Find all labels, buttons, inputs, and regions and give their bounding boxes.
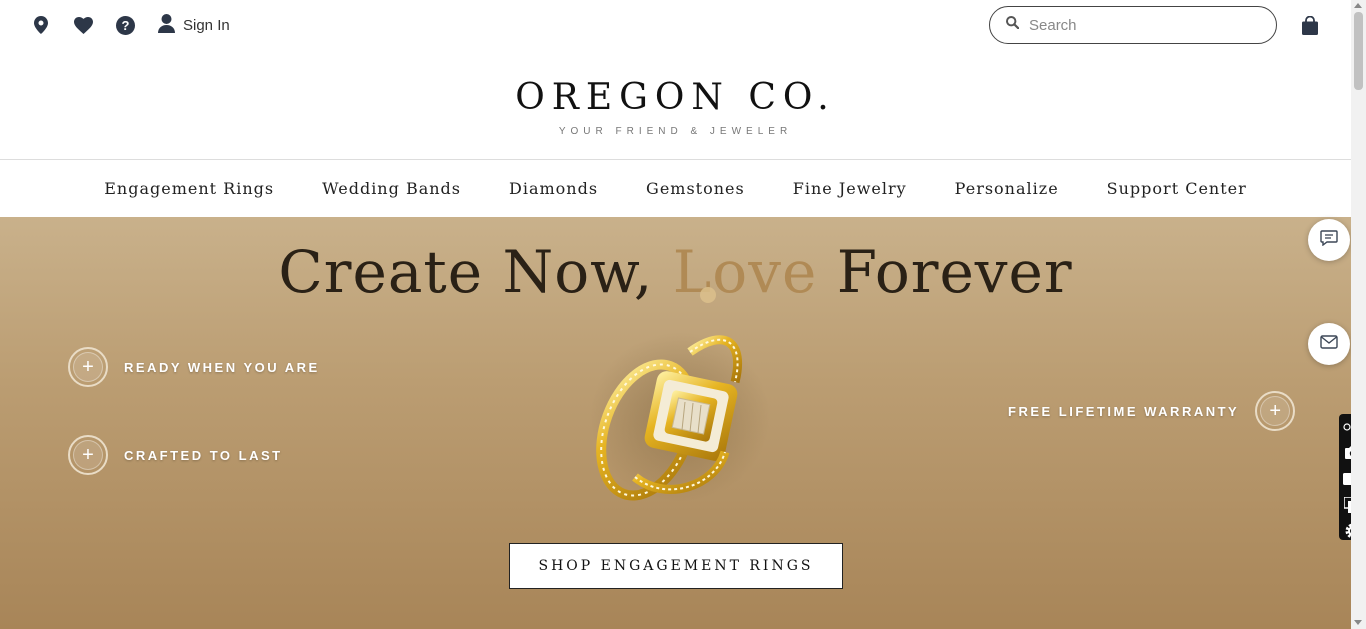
scroll-up-arrow[interactable] (1354, 3, 1362, 8)
plus-icon: + (68, 435, 108, 475)
brand-logo[interactable]: OREGON CO. YOUR FRIEND & JEWELER (0, 77, 1351, 138)
main-navigation: Engagement Rings Wedding Bands Diamonds … (0, 159, 1351, 217)
nav-item-wedding-bands[interactable]: Wedding Bands (322, 179, 461, 198)
location-pin-icon[interactable] (30, 14, 52, 36)
brand-name: OREGON CO. (515, 77, 836, 118)
heart-icon[interactable] (72, 14, 94, 36)
feature-free-lifetime-warranty[interactable]: FREE LIFETIME WARRANTY + (1008, 391, 1296, 431)
headline-accent: Love (672, 238, 818, 306)
plus-icon: + (1255, 391, 1296, 431)
email-button[interactable] (1308, 323, 1350, 365)
feature-label: FREE LIFETIME WARRANTY (1008, 403, 1240, 419)
plus-icon: + (68, 347, 108, 387)
user-icon (158, 13, 175, 37)
search-box[interactable] (989, 6, 1277, 44)
shop-engagement-rings-button[interactable]: SHOP ENGAGEMENT RINGS (509, 543, 843, 589)
nav-item-support-center[interactable]: Support Center (1107, 179, 1247, 198)
scroll-down-arrow[interactable] (1354, 620, 1362, 625)
chat-button[interactable] (1308, 219, 1350, 261)
chat-icon (1320, 229, 1338, 251)
feature-crafted-to-last[interactable]: + CRAFTED TO LAST (68, 435, 283, 475)
mail-icon (1320, 334, 1338, 354)
feature-label: READY WHEN YOU ARE (124, 359, 320, 375)
shopping-bag-icon[interactable] (1300, 14, 1320, 36)
nav-item-gemstones[interactable]: Gemstones (646, 179, 745, 198)
hero-banner: Create Now, Love Forever + READY WHEN YO… (0, 217, 1351, 629)
top-utility-bar: ? Sign In (0, 0, 1351, 52)
scrollbar-thumb[interactable] (1354, 12, 1363, 90)
hotspot-dot[interactable] (700, 287, 716, 303)
headline-part-1: Create Now, (278, 238, 673, 306)
feature-ready-when-you-are[interactable]: + READY WHEN YOU ARE (68, 347, 320, 387)
sign-in-link[interactable]: Sign In (158, 13, 230, 37)
nav-item-diamonds[interactable]: Diamonds (509, 179, 598, 198)
sign-in-label: Sign In (183, 16, 230, 34)
svg-text:?: ? (121, 18, 129, 33)
feature-label: CRAFTED TO LAST (124, 447, 283, 463)
brand-tagline: YOUR FRIEND & JEWELER (558, 126, 793, 137)
headline-part-2: Forever (817, 238, 1073, 306)
page-scrollbar[interactable] (1351, 0, 1366, 629)
hero-headline: Create Now, Love Forever (0, 237, 1351, 307)
nav-item-fine-jewelry[interactable]: Fine Jewelry (793, 179, 907, 198)
engagement-ring-image (585, 312, 775, 502)
nav-item-personalize[interactable]: Personalize (955, 179, 1059, 198)
help-icon[interactable]: ? (114, 14, 136, 36)
nav-item-engagement-rings[interactable]: Engagement Rings (104, 179, 274, 198)
search-icon (1006, 16, 1020, 34)
search-input[interactable] (1029, 16, 1249, 34)
